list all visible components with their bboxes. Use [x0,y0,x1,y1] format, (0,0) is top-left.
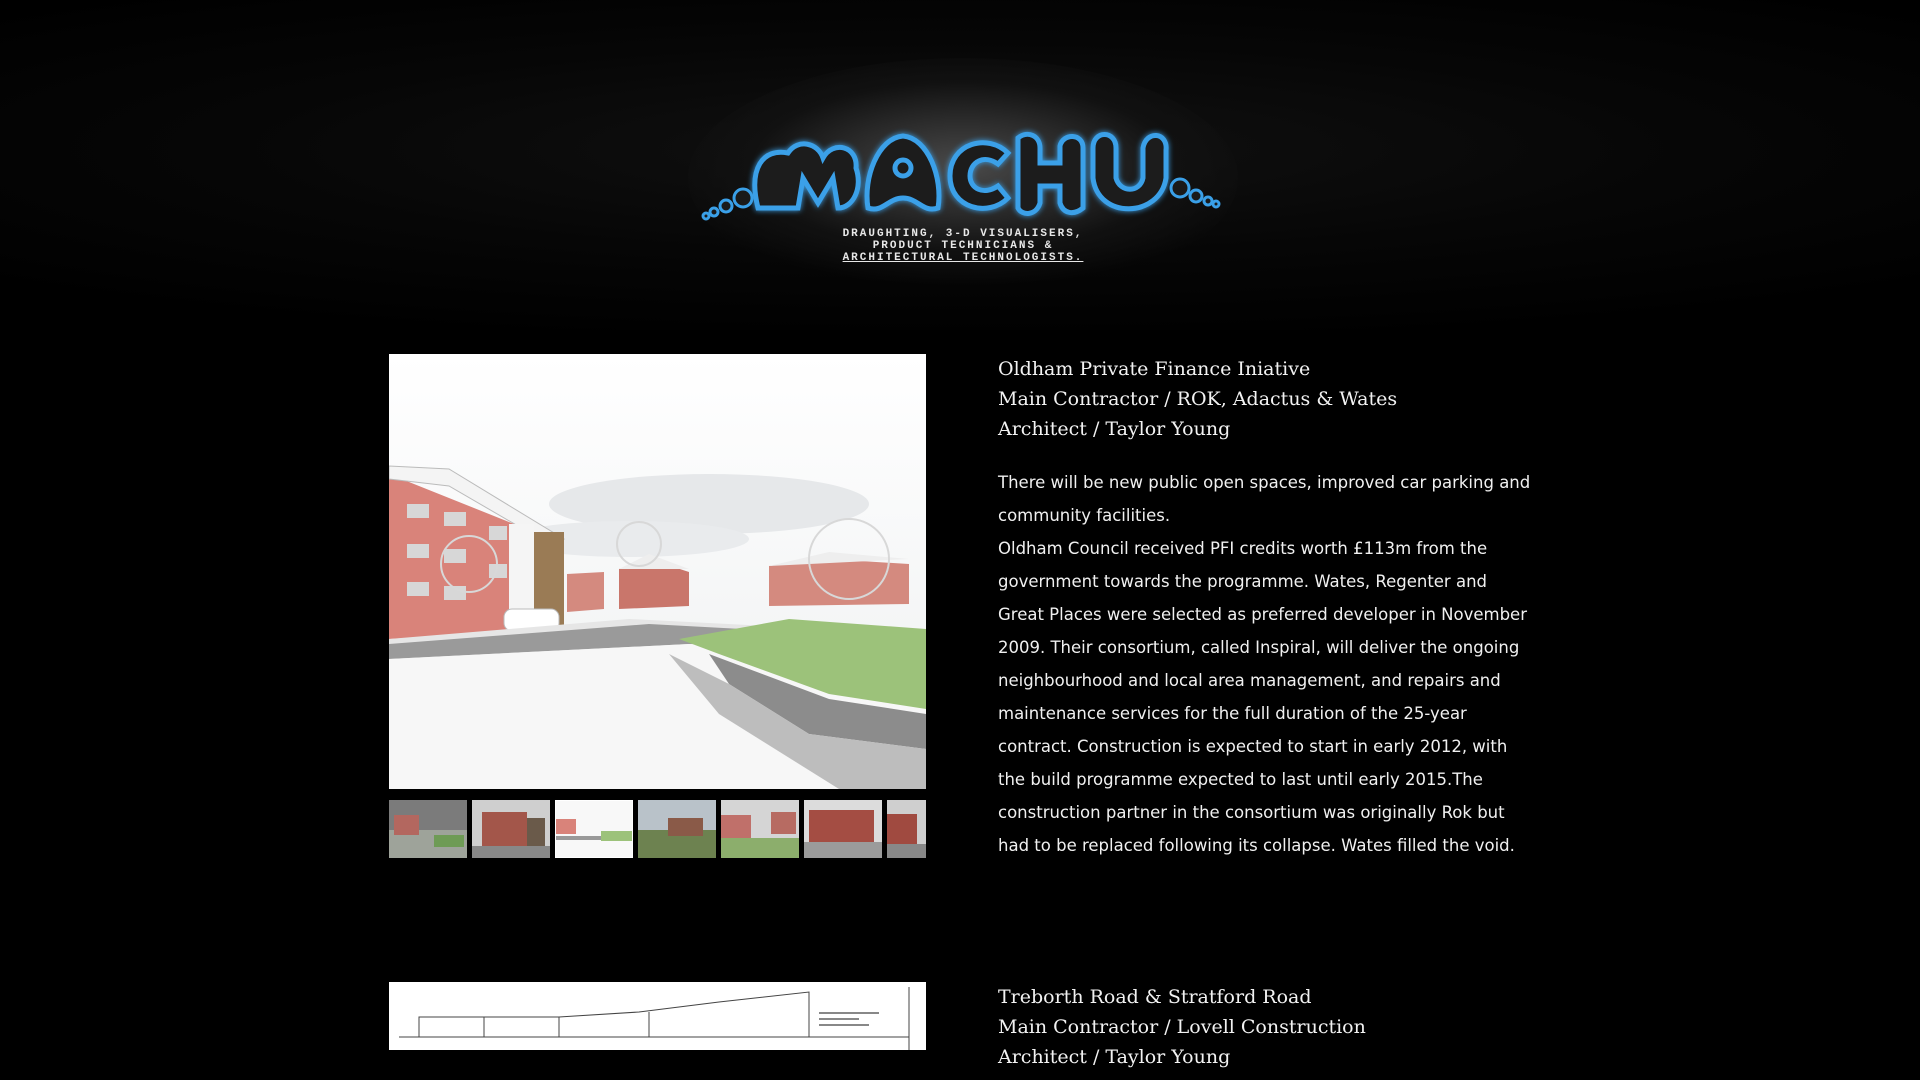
thumbnail[interactable] [804,800,882,858]
mach-logo[interactable]: DRAUGHTING, 3-D VISUALISERS, PRODUCT TEC… [688,58,1238,298]
project-title-line: Main Contractor / Lovell Construction [998,1016,1366,1038]
project-main-image[interactable] [389,354,926,789]
thumbnail[interactable] [887,800,926,858]
project-treborth: Treborth Road & Stratford Road Main Cont… [389,982,1529,1080]
logo-tagline-line: DRAUGHTING, 3-D VISUALISERS, [842,228,1084,240]
project-info: Treborth Road & Stratford Road Main Cont… [998,982,1529,1072]
project-title: Oldham Private Finance Iniative Main Con… [998,354,1538,444]
logo-tagline-line: ARCHITECTURAL TECHNOLOGISTS. [842,252,1084,264]
project-main-image[interactable] [389,982,926,1050]
logo-tagline: DRAUGHTING, 3-D VISUALISERS, PRODUCT TEC… [688,228,1238,264]
project-description-paragraph: There will be new public open spaces, im… [998,473,1531,525]
project-description-paragraph: Oldham Council received PFI credits wort… [998,539,1527,855]
project-description: There will be new public open spaces, im… [998,466,1538,862]
thumbnail[interactable] [638,800,716,858]
thumbnail[interactable] [472,800,550,858]
thumbnail[interactable] [555,800,633,858]
project-title-line: Oldham Private Finance Iniative [998,358,1311,380]
project-info: Oldham Private Finance Iniative Main Con… [998,354,1538,862]
thumbnail-strip [389,800,926,860]
project-title: Treborth Road & Stratford Road Main Cont… [998,982,1529,1072]
project-title-line: Architect / Taylor Young [998,1046,1231,1068]
project-title-line: Main Contractor / ROK, Adactus & Wates [998,388,1398,410]
thumbnail[interactable] [389,800,467,858]
thumbnail[interactable] [721,800,799,858]
project-title-line: Treborth Road & Stratford Road [998,986,1312,1008]
logo-tagline-line: PRODUCT TECHNICIANS & [872,240,1054,252]
project-title-line: Architect / Taylor Young [998,418,1231,440]
project-oldham: Oldham Private Finance Iniative Main Con… [389,354,1530,864]
